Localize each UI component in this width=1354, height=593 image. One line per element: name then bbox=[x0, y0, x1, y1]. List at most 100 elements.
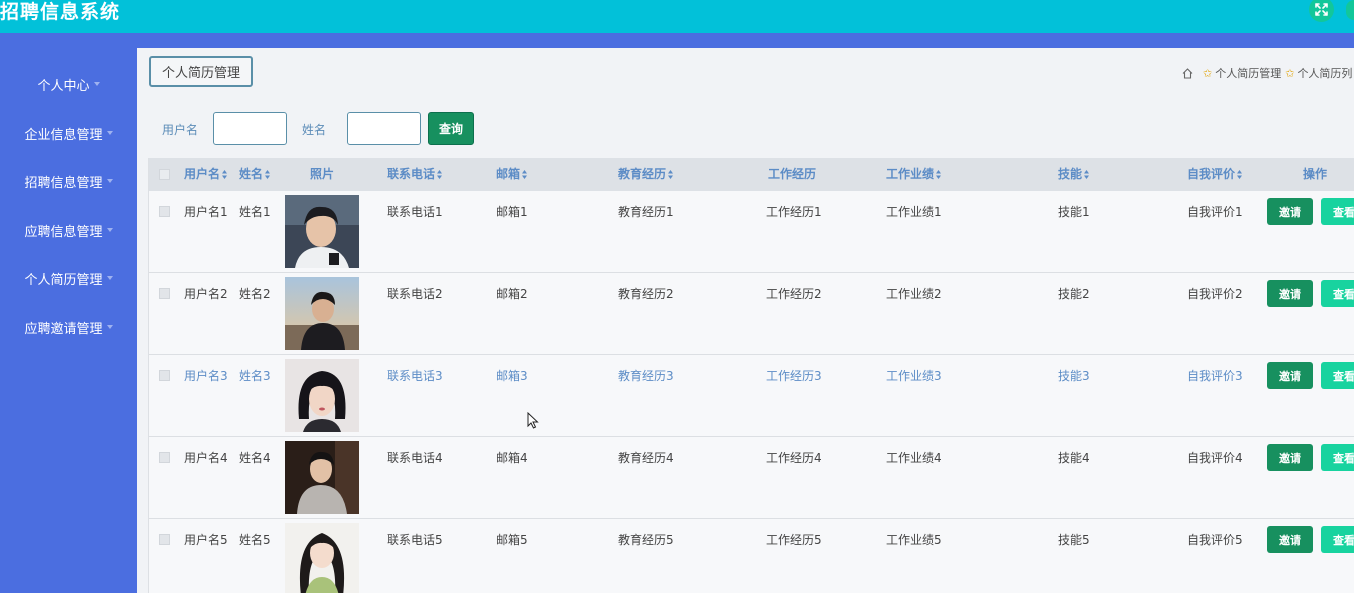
sort-icon bbox=[265, 170, 271, 179]
app-title: 招聘信息系统 bbox=[0, 1, 121, 23]
photo-thumbnail[interactable] bbox=[285, 195, 359, 268]
invite-button[interactable]: 邀请 bbox=[1267, 526, 1313, 553]
view-button[interactable]: 查看 bbox=[1321, 444, 1354, 471]
cell-achievement: 工作业绩1 bbox=[886, 205, 942, 219]
photo-thumbnail[interactable] bbox=[285, 441, 359, 514]
photo-thumbnail[interactable] bbox=[285, 359, 359, 432]
table-row[interactable]: 用户名3 姓名3 联系电话3 邮箱3 教育经历3 工作经历3 工作业绩3 技能3… bbox=[149, 355, 1354, 437]
edge-button[interactable] bbox=[1346, 0, 1354, 20]
caret-down-icon bbox=[106, 131, 113, 135]
cell-name: 姓名3 bbox=[239, 369, 271, 383]
cell-education: 教育经历1 bbox=[618, 205, 674, 219]
sort-icon bbox=[522, 170, 528, 179]
profile-photo-3 bbox=[285, 359, 359, 432]
sort-icon bbox=[1084, 170, 1090, 179]
cell-username: 用户名4 bbox=[184, 451, 228, 465]
column-header-work: 工作经历 bbox=[768, 167, 817, 181]
view-button[interactable]: 查看 bbox=[1321, 280, 1354, 307]
sidebar-item-label: 应聘邀请管理 bbox=[24, 321, 103, 337]
name-label: 姓名 bbox=[302, 123, 327, 137]
cell-evaluation: 自我评价1 bbox=[1187, 205, 1243, 219]
table-row[interactable]: 用户名1 姓名1 联系电话1 邮箱1 教育经历1 工作经历1 工作业绩1 技能1… bbox=[149, 191, 1354, 273]
select-all-checkbox[interactable] bbox=[159, 169, 170, 180]
row-checkbox[interactable] bbox=[159, 206, 170, 217]
breadcrumb-item[interactable]: 个人简历列 bbox=[1297, 65, 1352, 81]
column-header-photo: 照片 bbox=[310, 167, 335, 181]
invite-button[interactable]: 邀请 bbox=[1267, 362, 1313, 389]
column-header-education[interactable]: 教育经历 bbox=[618, 158, 674, 191]
invite-button[interactable]: 邀请 bbox=[1267, 198, 1313, 225]
row-checkbox[interactable] bbox=[159, 288, 170, 299]
table-row[interactable]: 用户名4 姓名4 联系电话4 邮箱4 教育经历4 工作经历4 工作业绩4 技能4… bbox=[149, 437, 1354, 519]
sidebar-item-label: 招聘信息管理 bbox=[24, 175, 103, 191]
sidebar-item-company-info[interactable]: 企业信息管理 bbox=[0, 118, 137, 148]
invite-button[interactable]: 邀请 bbox=[1267, 444, 1313, 471]
sidebar-item-application-info[interactable]: 应聘信息管理 bbox=[0, 215, 137, 245]
sidebar-item-invitation[interactable]: 应聘邀请管理 bbox=[0, 312, 137, 342]
cell-achievement: 工作业绩3 bbox=[886, 369, 942, 383]
sort-icon bbox=[1237, 170, 1243, 179]
page-title: 个人简历管理 bbox=[149, 56, 253, 87]
cell-name: 姓名2 bbox=[239, 287, 271, 301]
cell-email: 邮箱2 bbox=[496, 287, 528, 301]
cell-name: 姓名5 bbox=[239, 533, 271, 547]
invite-button[interactable]: 邀请 bbox=[1267, 280, 1313, 307]
view-button[interactable]: 查看 bbox=[1321, 526, 1354, 553]
table-row[interactable]: 用户名5 姓名5 联系电话5 邮箱5 教育经历5 工作经历5 工作业绩5 技能5… bbox=[149, 519, 1354, 593]
cell-phone: 联系电话3 bbox=[387, 369, 443, 383]
cell-education: 教育经历5 bbox=[618, 533, 674, 547]
table-header: 用户名 姓名 照片 联系电话 邮箱 教育经历 工作经历 工作业绩 技能 自我评价… bbox=[149, 158, 1354, 191]
cell-username: 用户名5 bbox=[184, 533, 228, 547]
row-checkbox[interactable] bbox=[159, 534, 170, 545]
sidebar-item-label: 企业信息管理 bbox=[24, 127, 103, 143]
column-header-action: 操作 bbox=[1303, 167, 1328, 181]
column-header-name[interactable]: 姓名 bbox=[239, 158, 271, 191]
photo-thumbnail[interactable] bbox=[285, 523, 359, 593]
name-input[interactable] bbox=[347, 112, 421, 145]
column-header-username[interactable]: 用户名 bbox=[184, 158, 228, 191]
column-header-achievement[interactable]: 工作业绩 bbox=[886, 158, 942, 191]
column-header-phone[interactable]: 联系电话 bbox=[387, 158, 443, 191]
cell-skill: 技能2 bbox=[1058, 287, 1090, 301]
cell-skill: 技能4 bbox=[1058, 451, 1090, 465]
row-checkbox[interactable] bbox=[159, 370, 170, 381]
row-checkbox[interactable] bbox=[159, 452, 170, 463]
star-icon: ✩ bbox=[1203, 66, 1213, 80]
cell-education: 教育经历4 bbox=[618, 451, 674, 465]
cell-username: 用户名3 bbox=[184, 369, 228, 383]
sort-icon bbox=[222, 170, 228, 179]
profile-photo-2 bbox=[285, 277, 359, 350]
photo-thumbnail[interactable] bbox=[285, 277, 359, 350]
cell-evaluation: 自我评价2 bbox=[1187, 287, 1243, 301]
caret-down-icon bbox=[106, 228, 113, 232]
star-icon: ✩ bbox=[1285, 66, 1295, 80]
fullscreen-button[interactable] bbox=[1309, 0, 1334, 22]
query-button[interactable]: 查询 bbox=[428, 112, 474, 145]
cell-email: 邮箱4 bbox=[496, 451, 528, 465]
sidebar-item-label: 个人简历管理 bbox=[24, 272, 103, 288]
view-button[interactable]: 查看 bbox=[1321, 198, 1354, 225]
profile-photo-1 bbox=[285, 195, 359, 268]
cell-evaluation: 自我评价5 bbox=[1187, 533, 1243, 547]
home-icon[interactable] bbox=[1182, 67, 1193, 79]
sidebar-item-resume[interactable]: 个人简历管理 bbox=[0, 263, 137, 293]
column-header-skill[interactable]: 技能 bbox=[1058, 158, 1090, 191]
column-header-email[interactable]: 邮箱 bbox=[496, 158, 528, 191]
caret-down-icon bbox=[106, 325, 113, 329]
cell-evaluation: 自我评价3 bbox=[1187, 369, 1243, 383]
cell-username: 用户名1 bbox=[184, 205, 228, 219]
cell-email: 邮箱5 bbox=[496, 533, 528, 547]
column-header-evaluation[interactable]: 自我评价 bbox=[1187, 158, 1243, 191]
cell-evaluation: 自我评价4 bbox=[1187, 451, 1243, 465]
table-row[interactable]: 用户名2 姓名2 联系电话2 邮箱2 教育经历2 工作经历2 工作业绩2 技能2… bbox=[149, 273, 1354, 355]
cell-name: 姓名1 bbox=[239, 205, 271, 219]
sidebar-item-recruitment-info[interactable]: 招聘信息管理 bbox=[0, 166, 137, 196]
view-button[interactable]: 查看 bbox=[1321, 362, 1354, 389]
profile-photo-5 bbox=[285, 523, 359, 593]
sort-icon bbox=[936, 170, 942, 179]
sidebar-item-personal-center[interactable]: 个人中心 bbox=[0, 69, 137, 99]
username-input[interactable] bbox=[213, 112, 287, 145]
breadcrumb-item[interactable]: 个人简历管理 bbox=[1215, 65, 1281, 81]
cell-work: 工作经历2 bbox=[766, 287, 822, 301]
cell-education: 教育经历2 bbox=[618, 287, 674, 301]
